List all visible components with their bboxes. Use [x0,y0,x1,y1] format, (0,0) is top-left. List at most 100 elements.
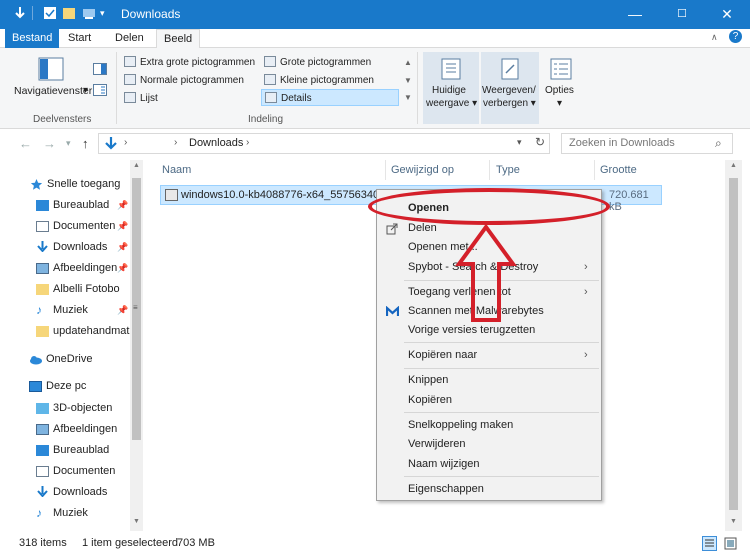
menu-item-restore[interactable]: Vorige versies terugzetten [408,324,535,336]
nav-item-documenten[interactable]: Documenten [53,220,115,232]
pin-icon[interactable]: 📌 [117,200,128,211]
share-icon [386,223,398,235]
pin-icon[interactable]: 📌 [117,305,128,316]
navigation-pane-button[interactable]: Navigatievenster [14,85,92,97]
menu-item-share[interactable]: Delen [408,222,437,234]
folder-drive-icon[interactable] [82,6,96,20]
options-button[interactable]: Opties [545,85,574,96]
scroll-up-icon[interactable]: ▲ [133,162,140,169]
chevron-right-icon[interactable]: › [174,137,177,148]
breadcrumb-downloads[interactable]: Downloads [189,137,243,149]
current-view-icon [441,58,461,80]
nav-pc-documenten[interactable]: Documenten [53,465,115,477]
small-icons-icon [264,74,276,85]
nav-item-muziek[interactable]: Muziek [53,304,88,316]
pin-icon[interactable]: 📌 [117,221,128,232]
documents-icon [36,221,49,232]
nav-item-albelli[interactable]: Albelli Fotobo [53,283,131,295]
new-folder-icon[interactable] [62,6,76,20]
pin-icon[interactable]: 📌 [117,263,128,274]
file-list-scrollbar[interactable]: ▲ ▼ [725,160,742,531]
options-icon[interactable] [549,58,573,80]
recent-locations-icon[interactable]: ▾ [66,138,71,149]
window-title: Downloads [121,7,181,21]
properties-icon[interactable] [43,6,57,20]
tab-file[interactable]: Bestand [5,29,60,48]
nav-scrollbar[interactable]: ▲ ≡ ▼ [130,160,143,531]
chevron-right-icon[interactable]: › [124,137,127,148]
refresh-icon[interactable]: ↻ [535,135,545,149]
preview-pane-icon[interactable] [93,63,107,75]
back-button[interactable]: ← [19,136,32,151]
column-size[interactable]: Grootte [600,160,637,180]
maximize-button[interactable]: ☐ [659,0,705,29]
ribbon-tabs: Bestand Start Delen Beeld ∧ ? [0,29,750,49]
down-arrow-icon[interactable] [13,6,27,20]
nav-this-pc[interactable]: Deze pc [46,380,86,392]
layout-extra-large-icons[interactable]: Extra grote pictogrammen [124,56,255,68]
layout-list[interactable]: Lijst [124,92,158,104]
show-hide-button[interactable]: Weergeven/ verbergen ▾ [481,52,539,124]
scroll-down-icon[interactable]: ▼ [730,518,737,525]
computer-icon [29,381,42,392]
tab-view[interactable]: Beeld [156,29,201,49]
scrollbar-thumb[interactable] [729,178,738,510]
layout-large-icons[interactable]: Grote pictogrammen [264,56,371,68]
nav-item-bureaublad[interactable]: Bureaublad [53,199,109,211]
chevron-right-icon[interactable]: › [246,137,249,148]
current-view-button[interactable]: Huidige weergave ▾ [423,52,479,124]
chevron-up-icon[interactable]: ∧ [711,32,718,43]
nav-pc-downloads[interactable]: Downloads [53,486,107,498]
menu-item-cut[interactable]: Knippen [408,374,448,386]
up-button[interactable]: ↑ [82,136,89,151]
address-history-icon[interactable]: ▾ [517,137,522,148]
nav-pc-bureaublad[interactable]: Bureaublad [53,444,109,456]
column-separator [489,160,490,180]
address-bar[interactable]: › › Downloads › ▾ ↻ [98,133,550,154]
menu-item-copy[interactable]: Kopiëren [408,394,452,406]
search-input[interactable]: Zoeken in Downloads ⌕ [561,133,733,154]
show-hide-label-2: verbergen ▾ [483,98,536,109]
nav-item-afbeeldingen[interactable]: Afbeeldingen [53,262,117,274]
details-view-icon[interactable] [702,536,717,551]
layout-normal-icons[interactable]: Normale pictogrammen [124,74,244,86]
pin-icon[interactable]: 📌 [117,242,128,253]
nav-pc-afbeeldingen[interactable]: Afbeeldingen [53,423,117,435]
close-button[interactable]: ✕ [704,0,750,29]
layout-small-icons[interactable]: Kleine pictogrammen [264,74,374,86]
forward-button[interactable]: → [43,136,56,151]
tab-share[interactable]: Delen [108,29,151,48]
scroll-up-icon[interactable]: ▲ [730,162,737,169]
scroll-up-icon[interactable]: ▲ [404,58,412,67]
expand-gallery-icon[interactable]: ▼ [404,93,412,102]
downloads-icon [37,241,48,252]
current-view-label-2: weergave ▾ [426,98,478,109]
nav-quick-access[interactable]: Snelle toegang [47,178,120,190]
column-name[interactable]: Naam [162,160,191,180]
details-pane-icon[interactable] [93,84,107,96]
status-selected: 1 item geselecteerd [82,537,178,549]
scroll-down-icon[interactable]: ▼ [404,76,412,85]
nav-item-updatehandmat[interactable]: updatehandmat [53,325,131,337]
menu-item-shortcut[interactable]: Snelkoppeling maken [408,419,513,431]
menu-separator [404,476,599,477]
customize-toolbar-icon[interactable]: ▾ [100,8,114,22]
nav-item-downloads[interactable]: Downloads [53,241,107,253]
layout-details[interactable]: Details [261,89,399,106]
menu-item-delete[interactable]: Verwijderen [408,438,465,450]
navigation-pane-icon[interactable] [38,57,64,81]
scroll-down-icon[interactable]: ▼ [133,518,140,525]
menu-item-properties[interactable]: Eigenschappen [408,483,484,495]
help-icon[interactable]: ? [729,30,742,43]
downloads-icon [37,486,48,497]
minimize-button[interactable]: — [612,0,658,29]
nav-onedrive[interactable]: OneDrive [46,353,92,365]
column-modified[interactable]: Gewijzigd op [391,160,454,180]
menu-item-copy-to[interactable]: Kopiëren naar [408,349,477,361]
large-icons-view-icon[interactable] [723,536,738,551]
column-type[interactable]: Type [496,160,520,180]
nav-pc-muziek[interactable]: Muziek [53,507,88,519]
nav-pc-3d[interactable]: 3D-objecten [53,402,112,414]
menu-item-rename[interactable]: Naam wijzigen [408,458,480,470]
tab-start[interactable]: Start [61,29,98,48]
